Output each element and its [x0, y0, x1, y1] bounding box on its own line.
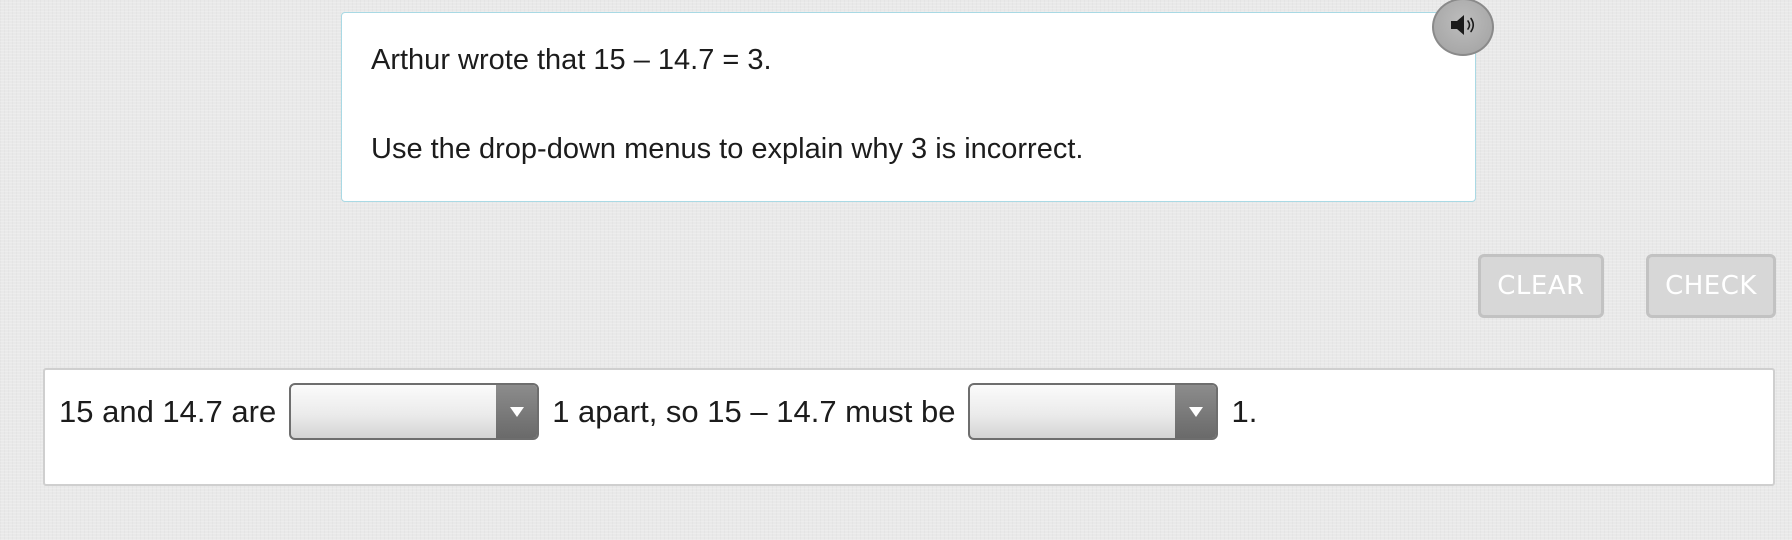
question-text-line-1: Arthur wrote that 15 – 14.7 = 3.: [371, 44, 772, 76]
question-card: Arthur wrote that 15 – 14.7 = 3. Use the…: [341, 12, 1476, 202]
question-text-line-2: Use the drop-down menus to explain why 3…: [371, 132, 1084, 165]
chevron-down-icon[interactable]: [1175, 385, 1217, 438]
answer-text-end: 1.: [1231, 393, 1258, 429]
clear-button[interactable]: CLEAR: [1478, 254, 1604, 318]
dropdown-1[interactable]: [289, 383, 540, 440]
dropdown-2[interactable]: [968, 383, 1219, 440]
answer-text-middle: 1 apart, so 15 – 14.7 must be: [552, 393, 956, 429]
check-button[interactable]: CHECK: [1646, 254, 1776, 318]
answer-text-start: 15 and 14.7 are: [59, 393, 277, 429]
answer-sentence: 15 and 14.7 are 1 apart, so 15 – 14.7 mu…: [59, 383, 1257, 440]
audio-button[interactable]: [1432, 0, 1494, 56]
speaker-icon: [1449, 12, 1477, 43]
chevron-down-icon[interactable]: [496, 385, 538, 438]
answer-panel: 15 and 14.7 are 1 apart, so 15 – 14.7 mu…: [43, 368, 1775, 486]
